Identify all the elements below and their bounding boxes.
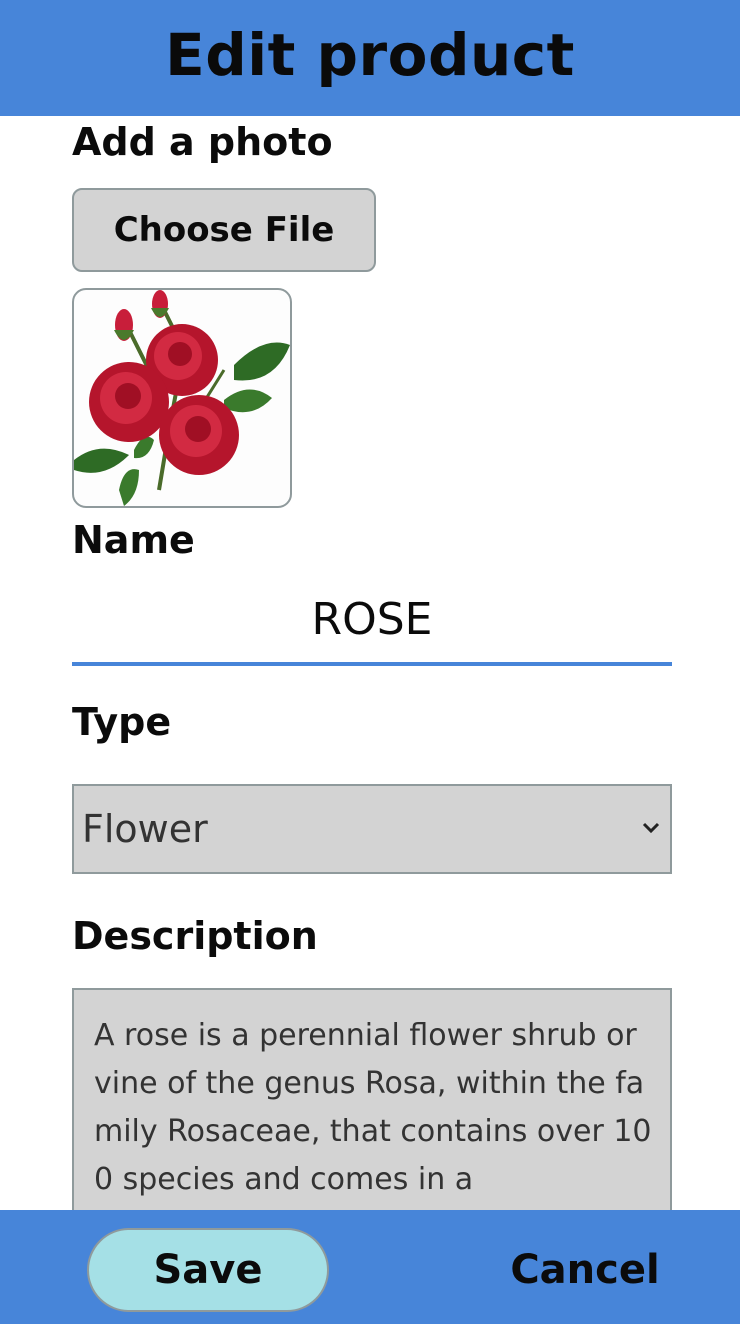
type-select[interactable]: Flower <box>72 784 672 874</box>
product-photo-preview <box>72 288 292 508</box>
description-textarea[interactable]: A rose is a perennial flower shrub or vi… <box>72 988 672 1210</box>
page-title: Edit product <box>165 21 575 89</box>
description-label: Description <box>72 914 318 958</box>
cancel-button[interactable]: Cancel <box>500 1228 670 1312</box>
footer-bar: Save Cancel <box>0 1210 740 1324</box>
edit-form: Add a photo Choose File Name ROSE Type F… <box>0 116 740 1210</box>
name-label: Name <box>72 518 195 562</box>
add-photo-label: Add a photo <box>72 120 333 164</box>
choose-file-button[interactable]: Choose File <box>72 188 376 272</box>
app-header: Edit product <box>0 0 740 116</box>
save-button[interactable]: Save <box>87 1228 329 1312</box>
type-selected-value: Flower <box>82 807 208 851</box>
name-field[interactable]: ROSE <box>72 576 672 666</box>
rose-flower-image <box>74 290 290 506</box>
chevron-down-icon <box>642 822 660 834</box>
type-label: Type <box>72 700 172 744</box>
